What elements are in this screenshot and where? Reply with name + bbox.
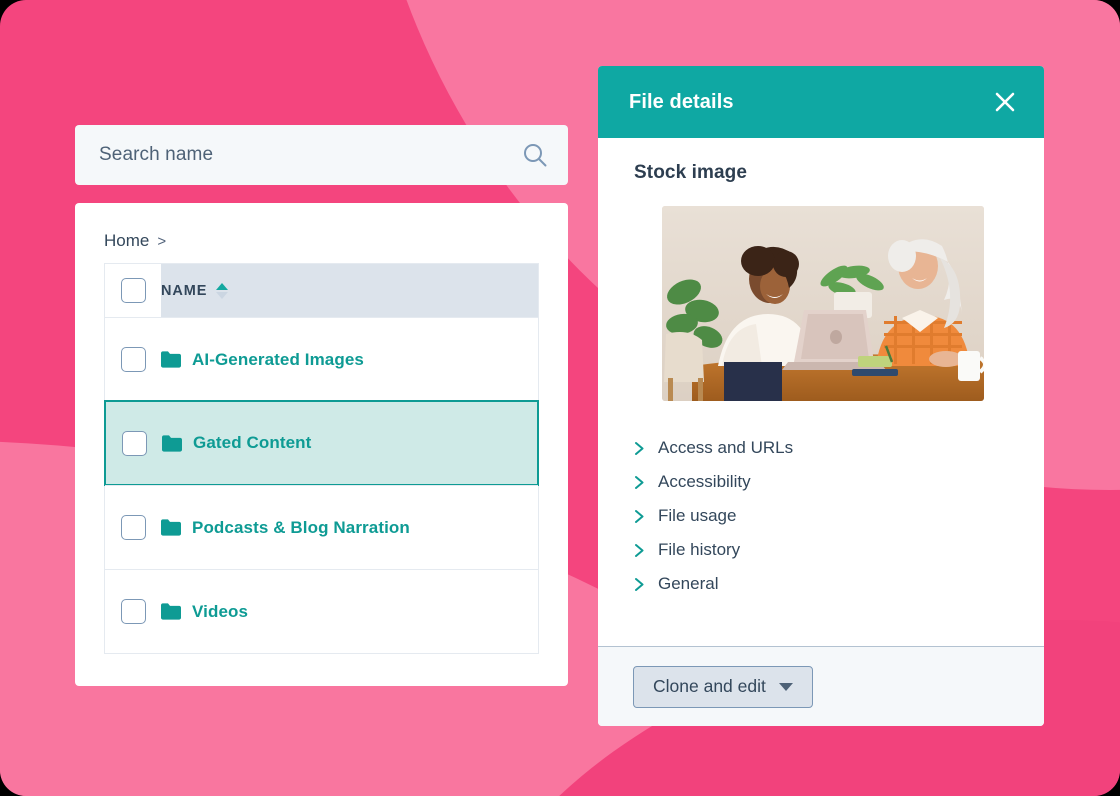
row-checkbox[interactable] xyxy=(120,599,146,624)
select-all-checkbox[interactable] xyxy=(120,278,146,303)
panel-title: File details xyxy=(629,90,734,113)
chevron-right-icon xyxy=(634,475,645,490)
accordion-item-label: File history xyxy=(658,540,741,559)
table-header-row: NAME xyxy=(105,263,538,317)
folder-icon xyxy=(161,603,181,620)
panel-footer: Clone and edit xyxy=(598,646,1044,726)
chevron-right-icon xyxy=(634,441,645,456)
close-icon[interactable] xyxy=(993,90,1017,114)
caret-down-icon[interactable] xyxy=(778,682,793,691)
row-checkbox[interactable] xyxy=(120,347,146,372)
search-bar[interactable]: Search name xyxy=(75,125,568,185)
breadcrumb-item-home[interactable]: Home xyxy=(104,231,149,251)
folder-icon xyxy=(161,519,181,536)
accordion-item-label: General xyxy=(658,574,719,593)
accordion-item-label: File usage xyxy=(658,506,737,525)
row-name-label: Gated Content xyxy=(193,433,312,452)
row-checkbox[interactable] xyxy=(121,430,147,456)
breadcrumb: Home > xyxy=(75,231,568,263)
chevron-right-icon xyxy=(634,543,645,558)
accordion-item-access-and-urls[interactable]: Access and URLs xyxy=(634,431,1011,465)
row-select-cell[interactable] xyxy=(105,599,161,624)
search-input[interactable]: Search name xyxy=(99,144,522,166)
column-header-name-label: NAME xyxy=(161,282,208,299)
panel-body: Stock image Access and URLs Accessibilit… xyxy=(598,138,1044,646)
panel-header: File details xyxy=(598,66,1044,138)
accordion-item-accessibility[interactable]: Accessibility xyxy=(634,465,1011,499)
accordion-item-file-usage[interactable]: File usage xyxy=(634,499,1011,533)
clone-and-edit-button[interactable]: Clone and edit xyxy=(633,665,813,708)
table-row[interactable]: Videos xyxy=(105,569,538,653)
folder-icon xyxy=(162,434,182,452)
search-icon[interactable] xyxy=(522,142,548,168)
preview-container xyxy=(634,206,1011,401)
accordion-item-label: Access and URLs xyxy=(658,438,794,457)
row-name-label: Podcasts & Blog Narration xyxy=(192,517,410,537)
table-row-selected[interactable]: Gated Content xyxy=(104,400,539,486)
sort-arrows-icon[interactable] xyxy=(216,282,229,299)
accordion-item-file-history[interactable]: File history xyxy=(634,533,1011,567)
file-browser-card: Home > NAME AI-Generated Images Gated Co… xyxy=(75,203,568,686)
row-select-cell[interactable] xyxy=(105,515,161,540)
file-details-panel: File details Stock image Access and URLs… xyxy=(598,66,1044,726)
app-root: Search name Home > NAME AI-Generated Ima… xyxy=(0,0,1120,796)
details-accordion: Access and URLs Accessibility File usage… xyxy=(634,431,1011,601)
file-table: NAME AI-Generated Images Gated Content P… xyxy=(104,263,539,654)
table-row[interactable]: AI-Generated Images xyxy=(105,317,538,401)
row-select-cell[interactable] xyxy=(106,430,162,456)
breadcrumb-separator-icon: > xyxy=(157,232,167,250)
select-all-cell[interactable] xyxy=(105,264,161,317)
folder-icon xyxy=(161,351,181,368)
chevron-right-icon xyxy=(634,577,645,592)
file-name-heading: Stock image xyxy=(634,162,748,183)
image-thumbnail[interactable] xyxy=(661,206,984,401)
table-row[interactable]: Podcasts & Blog Narration xyxy=(105,485,538,569)
row-name-label: Videos xyxy=(192,601,249,621)
accordion-item-general[interactable]: General xyxy=(634,567,1011,601)
row-content[interactable]: AI-Generated Images xyxy=(161,350,364,370)
chevron-right-icon xyxy=(634,509,645,524)
row-content[interactable]: Podcasts & Blog Narration xyxy=(161,518,410,538)
row-content[interactable]: Gated Content xyxy=(162,433,311,453)
row-select-cell[interactable] xyxy=(105,347,161,372)
row-checkbox[interactable] xyxy=(120,515,146,540)
row-content[interactable]: Videos xyxy=(161,602,248,622)
row-name-label: AI-Generated Images xyxy=(192,349,364,369)
column-header-name[interactable]: NAME xyxy=(161,264,229,317)
clone-and-edit-label: Clone and edit xyxy=(653,676,766,696)
accordion-item-label: Accessibility xyxy=(658,472,751,491)
